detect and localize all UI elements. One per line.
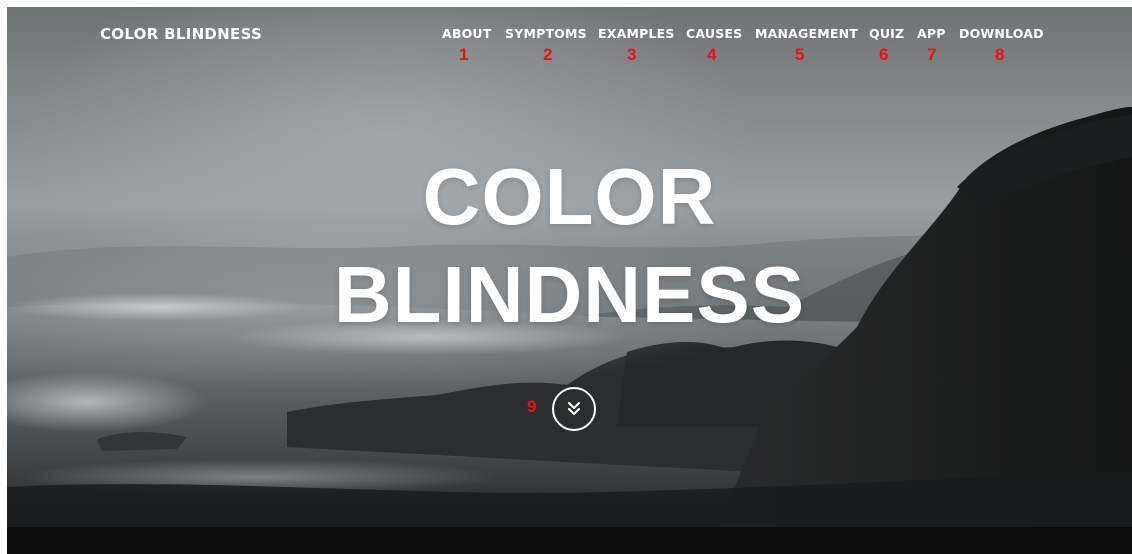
nav-item-causes[interactable]: CAUSES [686, 26, 742, 41]
scroll-down-button[interactable] [552, 387, 596, 431]
nav-item-management[interactable]: MANAGEMENT [755, 26, 858, 41]
hero-title-line-2: BLINDNESS [333, 250, 806, 339]
annotation-marker-2: 2 [543, 45, 553, 64]
annotation-marker-5: 5 [795, 45, 805, 64]
nav-item-quiz[interactable]: QUIZ [869, 26, 904, 41]
double-chevron-down-icon [568, 402, 580, 415]
annotation-marker-3: 3 [627, 45, 637, 64]
nav-item-about[interactable]: ABOUT [442, 26, 492, 41]
nav-item-examples[interactable]: EXAMPLES [598, 26, 675, 41]
hero-section: COLOR BLINDNESS ABOUT SYMPTOMS EXAMPLES … [7, 7, 1132, 554]
hero-title-line-1: COLOR [422, 152, 717, 241]
annotation-marker-1: 1 [459, 45, 469, 64]
annotation-marker-7: 7 [927, 45, 937, 64]
nav-item-download[interactable]: DOWNLOAD [959, 26, 1044, 41]
nav-item-symptoms[interactable]: SYMPTOMS [505, 26, 587, 41]
annotation-marker-9: 9 [527, 397, 537, 416]
annotation-marker-8: 8 [995, 45, 1005, 64]
annotation-marker-6: 6 [879, 45, 889, 64]
annotation-marker-4: 4 [707, 45, 717, 64]
nav-item-app[interactable]: APP [917, 26, 946, 41]
top-navigation: ABOUT SYMPTOMS EXAMPLES CAUSES MANAGEMEN… [7, 26, 1132, 76]
